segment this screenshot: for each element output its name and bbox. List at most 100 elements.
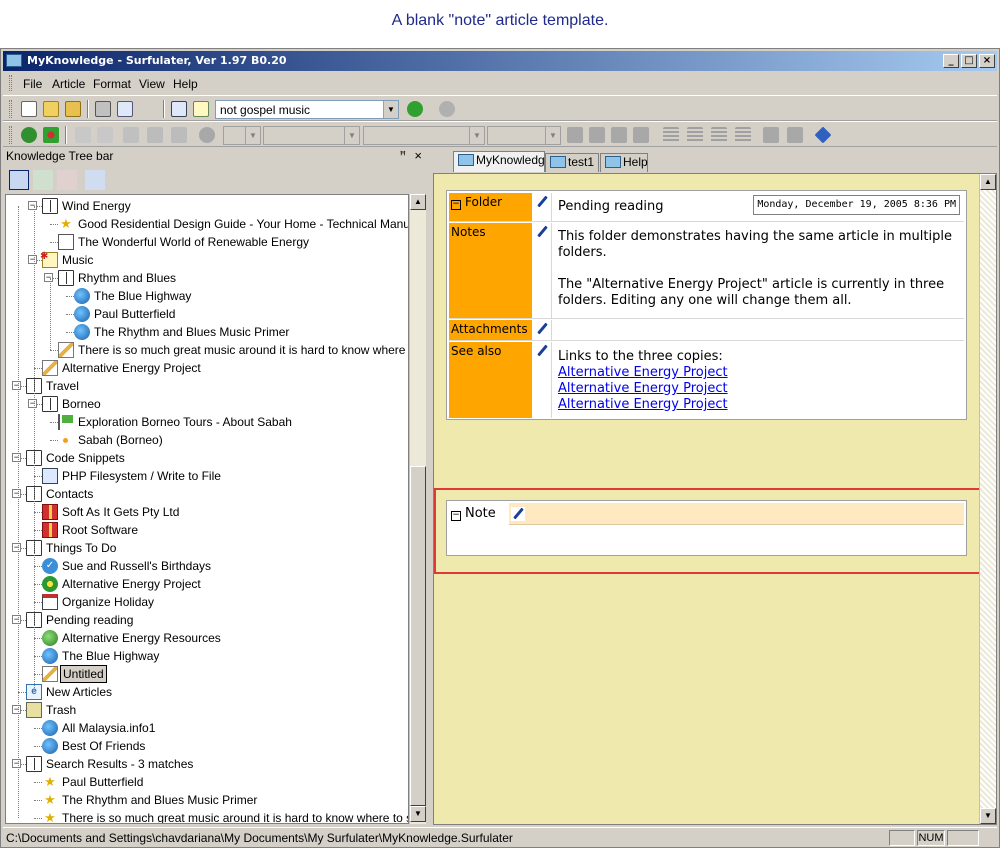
scroll-down-icon[interactable]: ▼ [410, 806, 426, 822]
scroll-down-icon[interactable]: ▼ [980, 808, 996, 824]
underline-icon[interactable] [611, 127, 627, 143]
search-list-icon[interactable] [193, 101, 209, 117]
scroll-thumb[interactable] [410, 466, 426, 806]
edit-folder-icon[interactable] [535, 195, 549, 209]
notes-value[interactable]: This folder demonstrates having the same… [551, 223, 962, 318]
cut-icon[interactable] [123, 127, 139, 143]
copy-icon[interactable] [97, 127, 113, 143]
pin-icon[interactable]: ꟸ [400, 149, 406, 162]
close-button[interactable]: × [979, 54, 995, 68]
tree-view-icon[interactable] [9, 170, 29, 190]
close-tree-icon[interactable]: × [414, 148, 422, 163]
capture-icon[interactable] [21, 127, 37, 143]
link-copy-3[interactable]: Alternative Energy Project [558, 397, 956, 413]
delete-icon[interactable] [171, 127, 187, 143]
collapse-node-icon[interactable]: − [44, 273, 53, 282]
forward-arrow-icon[interactable] [439, 101, 455, 117]
print-preview-icon[interactable] [117, 101, 133, 117]
tree-options-icon[interactable] [85, 170, 105, 190]
color-combo[interactable]: ▼ [487, 126, 561, 145]
menu-help[interactable]: Help [173, 77, 198, 91]
scroll-up-icon[interactable]: ▲ [980, 174, 996, 190]
back-arrow-icon[interactable] [407, 101, 423, 117]
minimize-button[interactable]: _ [943, 54, 959, 68]
menu-article[interactable]: Article [52, 77, 85, 91]
delete-folder-icon[interactable] [57, 170, 77, 190]
chevron-down-icon[interactable]: ▼ [383, 101, 398, 118]
edit-attachments-icon[interactable] [535, 322, 549, 336]
menu-view[interactable]: View [139, 77, 165, 91]
paste-disabled-icon[interactable] [147, 127, 163, 143]
main-toolbar: not gospel music ▼ [3, 95, 997, 121]
bullet-list-icon[interactable] [711, 127, 727, 143]
document-icon [58, 234, 74, 250]
indent-icon[interactable] [763, 127, 779, 143]
edit-see-also-icon[interactable] [535, 344, 549, 358]
align-center-icon[interactable] [687, 127, 703, 143]
collapse-node-icon[interactable]: − [12, 489, 21, 498]
knowledge-tree[interactable]: − Wind Energy ★ Good Residential Design Gui… [5, 194, 409, 824]
colors-icon[interactable] [43, 127, 59, 143]
font-combo[interactable]: ▼ [263, 126, 360, 145]
menu-format[interactable]: Format [93, 77, 131, 91]
italic-icon[interactable] [589, 127, 605, 143]
tab-test1[interactable]: test1 [545, 153, 599, 172]
tree-item-label: Trash [46, 703, 77, 717]
collapse-node-icon[interactable]: − [12, 705, 21, 714]
paste-icon[interactable] [75, 127, 91, 143]
info-icon[interactable] [814, 126, 832, 144]
collapse-node-icon[interactable]: − [12, 381, 21, 390]
scroll-up-icon[interactable]: ▲ [410, 194, 426, 210]
search-combo[interactable]: not gospel music ▼ [215, 100, 399, 119]
collapse-node-icon[interactable]: − [12, 615, 21, 624]
tree-scrollbar[interactable]: ▲ ▼ [409, 194, 426, 824]
link-copy-1[interactable]: Alternative Energy Project [558, 365, 956, 381]
tab-help[interactable]: Help [600, 153, 648, 172]
tree-item-label: Alternative Energy Project [62, 577, 201, 591]
collapse-node-icon[interactable]: − [28, 399, 37, 408]
outdent-icon[interactable] [787, 127, 803, 143]
chevron-down-icon[interactable]: ▼ [469, 127, 484, 144]
add-folder-icon[interactable] [33, 170, 53, 190]
style-combo[interactable]: ▼ [223, 126, 261, 145]
size-combo[interactable]: ▼ [363, 126, 485, 145]
record-icon[interactable] [199, 127, 215, 143]
see-also-value[interactable]: Links to the three copies: Alternative E… [551, 342, 962, 418]
collapse-node-icon[interactable]: − [12, 543, 21, 552]
open-folder-icon[interactable] [43, 101, 59, 117]
tree-item-label: PHP Filesystem / Write to File [62, 469, 221, 483]
attachments-value[interactable] [551, 320, 962, 340]
maximize-button[interactable]: □ [961, 54, 977, 68]
collapse-node-icon[interactable]: − [12, 759, 21, 768]
edit-notes-icon[interactable] [535, 225, 549, 239]
numbered-list-icon[interactable] [735, 127, 751, 143]
print-icon[interactable] [95, 101, 111, 117]
menu-file[interactable]: File [23, 77, 42, 91]
collapse-node-icon[interactable]: − [28, 255, 37, 264]
folder-up-icon[interactable] [65, 101, 81, 117]
book-icon [42, 198, 58, 214]
toolbar-grip [9, 100, 12, 118]
strike-icon[interactable] [633, 127, 649, 143]
tree-connector [34, 800, 42, 801]
screen-icon [42, 468, 58, 484]
folder-value[interactable]: Pending reading Monday, December 19, 200… [551, 193, 962, 221]
collapse-node-icon[interactable]: − [28, 201, 37, 210]
align-left-icon[interactable] [663, 127, 679, 143]
collapse-icon[interactable]: − [451, 511, 461, 521]
chevron-down-icon[interactable]: ▼ [344, 127, 359, 144]
note-body[interactable] [449, 526, 964, 554]
bold-icon[interactable] [567, 127, 583, 143]
tab-myknowledge[interactable]: MyKnowledge [453, 151, 551, 172]
find-icon[interactable] [171, 101, 187, 117]
collapse-icon[interactable]: − [451, 200, 461, 210]
article-scrollbar[interactable]: ▲ ▼ [979, 174, 996, 824]
chevron-down-icon[interactable]: ▼ [545, 127, 560, 144]
tree-guide-line [18, 206, 19, 818]
new-document-icon[interactable] [21, 101, 37, 117]
chevron-down-icon[interactable]: ▼ [245, 127, 260, 144]
edit-note-icon[interactable] [511, 507, 525, 521]
collapse-node-icon[interactable]: − [12, 453, 21, 462]
link-copy-2[interactable]: Alternative Energy Project [558, 381, 956, 397]
note-article: − Note [446, 500, 967, 556]
